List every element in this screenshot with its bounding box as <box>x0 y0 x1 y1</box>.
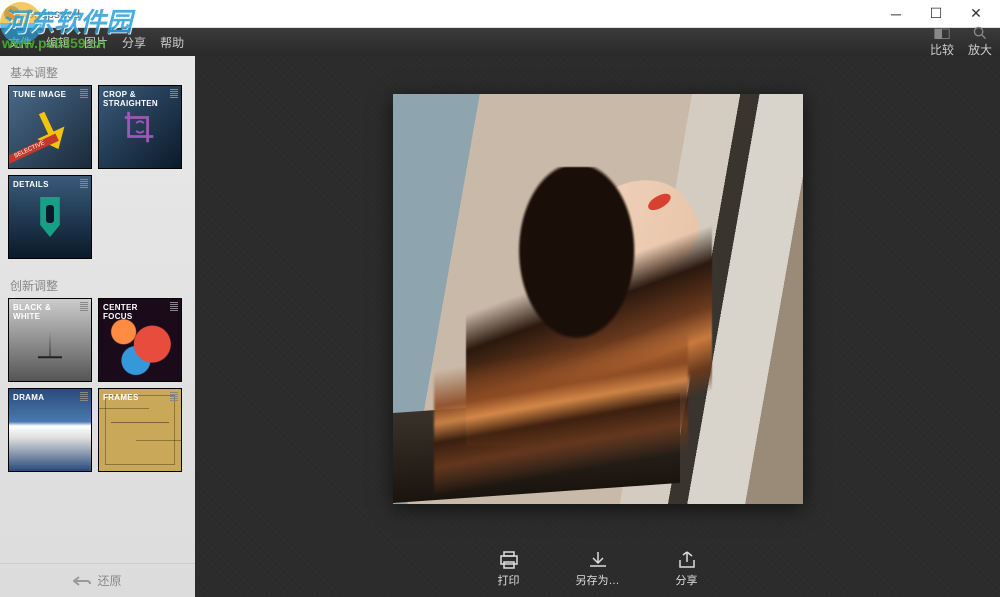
maximize-button[interactable]: ☐ <box>916 0 956 28</box>
menu-edit[interactable]: 编辑 <box>46 34 70 51</box>
save-as-button[interactable]: 另存为… <box>576 551 620 588</box>
tool-tune-image[interactable]: TUNE IMAGE <box>8 85 92 169</box>
edited-photo[interactable] <box>393 94 803 504</box>
compare-icon <box>934 26 950 40</box>
tool-frames[interactable]: FRAMES <box>98 388 182 472</box>
app-icon <box>4 6 20 22</box>
grip-icon <box>80 89 88 99</box>
menu-bar: 文件 编辑 图片 分享 帮助 比较 放大 <box>0 28 1000 56</box>
menu-share[interactable]: 分享 <box>122 34 146 51</box>
close-button[interactable]: ✕ <box>956 0 996 28</box>
zoom-button[interactable]: 放大 <box>968 26 992 58</box>
grip-icon <box>80 302 88 312</box>
tool-center-focus[interactable]: CENTER FOCUS <box>98 298 182 382</box>
bottom-actions: 打印 另存为… 分享 <box>498 541 698 597</box>
grip-icon <box>170 302 178 312</box>
menu-help[interactable]: 帮助 <box>160 34 184 51</box>
section-creative-title: 创新调整 <box>0 269 195 298</box>
grip-icon <box>170 392 178 402</box>
tool-crop-straighten[interactable]: CROP & STRAIGHTEN <box>98 85 182 169</box>
print-button[interactable]: 打印 <box>498 551 520 588</box>
undo-arrow-icon <box>73 575 91 587</box>
download-icon <box>588 551 608 569</box>
crop-icon <box>121 108 159 146</box>
section-basic-title: 基本调整 <box>0 56 195 85</box>
grip-icon <box>80 392 88 402</box>
window-title: Snapseed <box>26 7 876 21</box>
magnify-icon <box>972 26 988 40</box>
tool-black-white[interactable]: BLACK & WHITE <box>8 298 92 382</box>
tool-drama[interactable]: DRAMA <box>8 388 92 472</box>
window-titlebar: Snapseed ─ ☐ ✕ <box>0 0 1000 28</box>
grip-icon <box>170 89 178 99</box>
compare-button[interactable]: 比较 <box>930 26 954 58</box>
canvas-area: 打印 另存为… 分享 <box>195 56 1000 597</box>
grip-icon <box>80 179 88 189</box>
minimize-button[interactable]: ─ <box>876 0 916 28</box>
menu-file[interactable]: 文件 <box>8 34 32 51</box>
share-button[interactable]: 分享 <box>676 551 698 588</box>
print-icon <box>499 551 519 569</box>
tool-details[interactable]: DETAILS <box>8 175 92 259</box>
menu-image[interactable]: 图片 <box>84 34 108 51</box>
share-icon <box>677 551 697 569</box>
revert-button[interactable]: 还原 <box>0 563 195 597</box>
tools-sidebar: 基本调整 TUNE IMAGE CROP & STRAIGHTEN DETAIL… <box>0 56 195 597</box>
